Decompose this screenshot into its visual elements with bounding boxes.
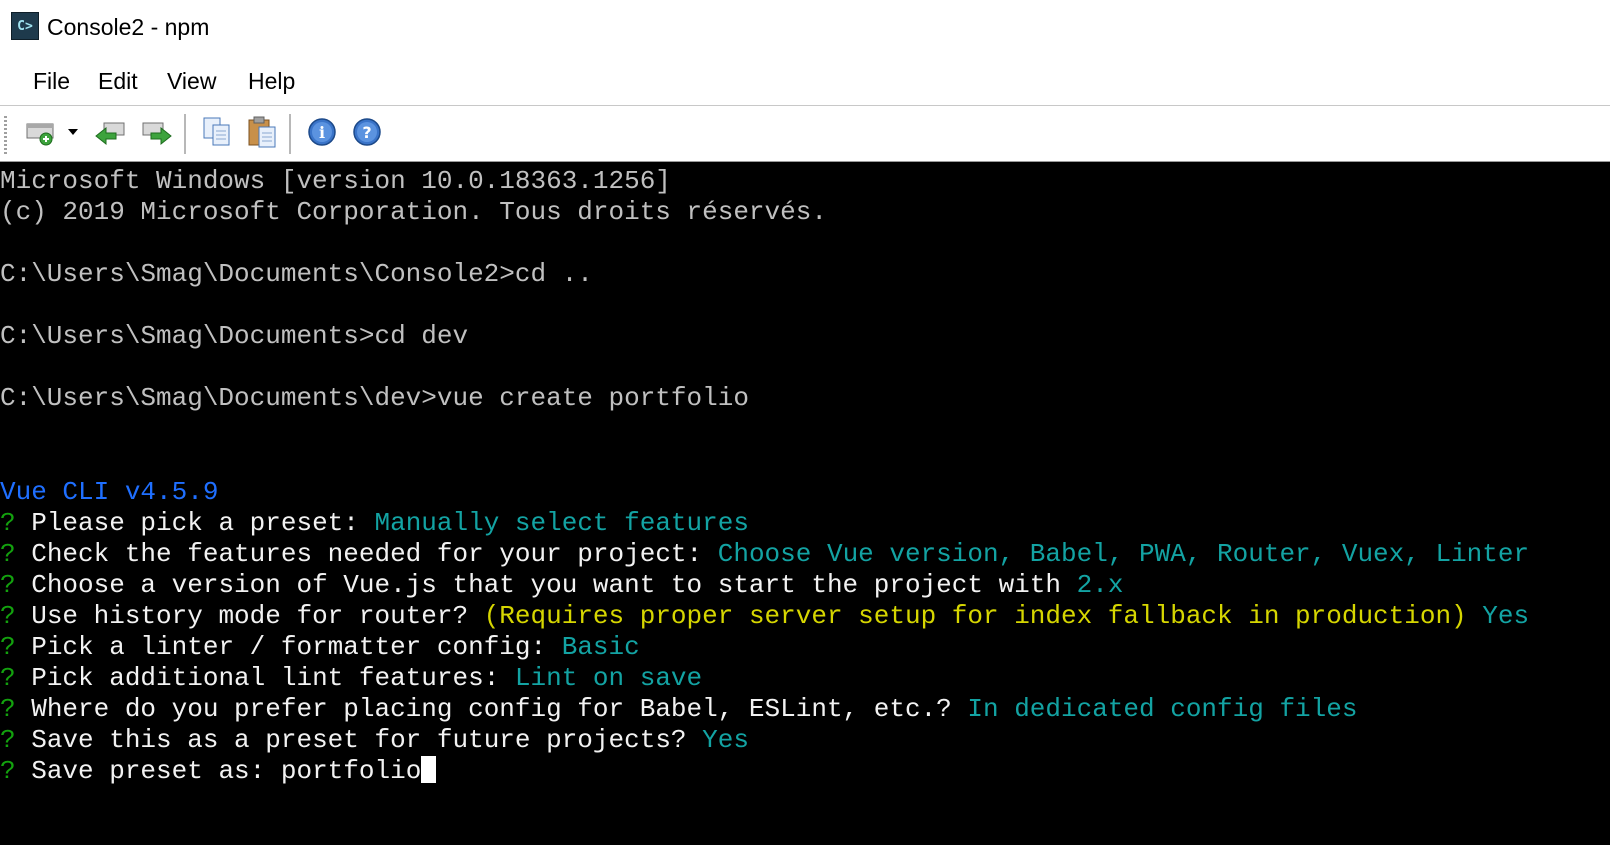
menu-edit[interactable]: Edit: [98, 68, 138, 95]
prompt-line: ? Save preset as: portfolio: [0, 756, 437, 787]
prompt-answer: Yes: [702, 725, 749, 755]
prompt-question: Pick a linter / formatter config:: [31, 632, 547, 662]
prompt-input[interactable]: portfolio: [281, 756, 421, 786]
prompt-line: ? Save this as a preset for future proje…: [0, 725, 749, 756]
prompt-answer: Yes: [1482, 601, 1530, 631]
new-tab-icon[interactable]: [22, 113, 60, 151]
prompt-answer: Manually select features: [374, 508, 749, 538]
menu-file[interactable]: File: [33, 68, 70, 95]
toolbar-separator: [289, 114, 292, 154]
terminal-line: (c) 2019 Microsoft Corporation. Tous dro…: [0, 197, 827, 227]
prompt-line: ? Use history mode for router? (Requires…: [0, 601, 1529, 632]
text-cursor: [421, 756, 437, 783]
prompt-question: Choose a version of Vue.js that you want…: [31, 570, 1061, 600]
question-mark: ?: [0, 570, 16, 600]
svg-text:i: i: [319, 123, 325, 142]
question-mark: ?: [0, 601, 16, 631]
terminal-line: C:\Users\Smag\Documents>cd dev: [0, 321, 469, 351]
copy-icon[interactable]: [198, 113, 236, 151]
dropdown-arrow-icon[interactable]: [62, 113, 84, 151]
prompt-question: Pick additional lint features:: [31, 663, 500, 693]
menu-help[interactable]: Help: [248, 68, 295, 95]
toolbar-grip: [4, 116, 7, 154]
question-mark: ?: [0, 756, 16, 786]
previous-tab-icon[interactable]: [92, 113, 130, 151]
info-icon[interactable]: i: [303, 113, 341, 151]
paste-icon[interactable]: [243, 113, 281, 151]
question-mark: ?: [0, 539, 16, 569]
prompt-line: ? Where do you prefer placing config for…: [0, 694, 1357, 725]
prompt-question: Please pick a preset:: [31, 508, 359, 538]
prompt-question: Use history mode for router?: [31, 601, 469, 631]
menu-view[interactable]: View: [167, 68, 216, 95]
prompt-line: ? Pick a linter / formatter config: Basi…: [0, 632, 640, 663]
prompt-line: ? Pick additional lint features: Lint on…: [0, 663, 702, 694]
window-title: Console2 - npm: [47, 14, 210, 40]
prompt-question: Where do you prefer placing config for B…: [31, 694, 952, 724]
console2-app-icon: C>: [11, 12, 39, 40]
prompt-answer: In dedicated config files: [967, 694, 1358, 724]
prompt-line: ? Please pick a preset: Manually select …: [0, 508, 749, 539]
question-mark: ?: [0, 725, 16, 755]
prompt-question: Save preset as:: [31, 756, 266, 786]
prompt-question: Save this as a preset for future project…: [31, 725, 687, 755]
question-mark: ?: [0, 508, 16, 538]
prompt-line: ? Choose a version of Vue.js that you wa…: [0, 570, 1123, 601]
question-mark: ?: [0, 663, 16, 693]
toolbar-separator: [184, 114, 187, 154]
toolbar: [0, 106, 1610, 161]
terminal-view[interactable]: Microsoft Windows [version 10.0.18363.12…: [0, 162, 1610, 845]
question-mark: ?: [0, 632, 16, 662]
terminal-line: C:\Users\Smag\Documents\dev>vue create p…: [0, 383, 749, 413]
prompt-answer: Lint on save: [514, 663, 703, 693]
title-bar: C> Console2 - npm: [0, 0, 1610, 56]
vue-cli-version: Vue CLI v4.5.9: [0, 477, 219, 507]
prompt-hint: (Requires proper server setup for index …: [483, 601, 1467, 631]
prompt-answer: 2.x: [1076, 570, 1124, 600]
svg-text:?: ?: [362, 123, 371, 142]
prompt-question: Check the features needed for your proje…: [31, 539, 703, 569]
next-tab-icon[interactable]: [137, 113, 175, 151]
prompt-line: ? Check the features needed for your pro…: [0, 539, 1529, 570]
question-mark: ?: [0, 694, 16, 724]
menu-bar: File Edit View Help: [0, 56, 1610, 156]
prompt-answer: Basic: [561, 632, 640, 662]
help-icon[interactable]: ?: [348, 113, 386, 151]
terminal-line: C:\Users\Smag\Documents\Console2>cd ..: [0, 259, 593, 289]
terminal-line: Microsoft Windows [version 10.0.18363.12…: [0, 166, 671, 196]
prompt-answer: Choose Vue version, Babel, PWA, Router, …: [717, 539, 1530, 569]
